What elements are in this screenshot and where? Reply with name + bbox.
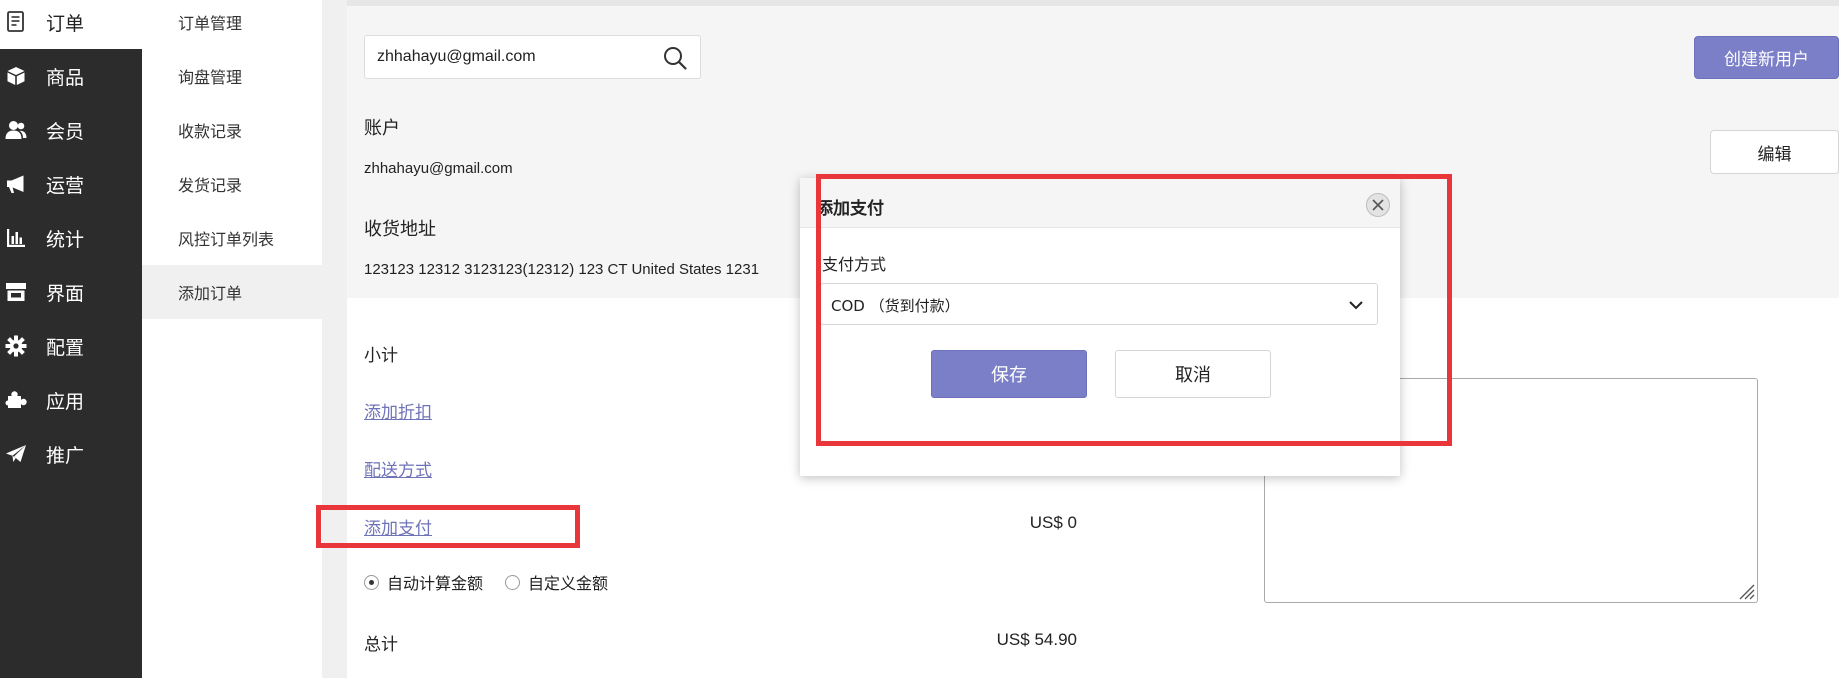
radio-auto-amount[interactable] [364, 574, 379, 590]
edit-button[interactable]: 编辑 [1710, 130, 1839, 174]
nav-item-label: 应用 [46, 390, 85, 413]
address-value: 123123 12312 3123123(12312) 123 CT Unite… [364, 261, 760, 278]
subtotal-label: 小计 [364, 346, 398, 366]
megaphone-icon [5, 173, 27, 195]
bar-chart-icon [5, 227, 27, 249]
nav-item-promotion[interactable]: 推广 [0, 427, 142, 481]
subnav-item-add-order[interactable]: 添加订单 [142, 265, 322, 319]
subnav-item-shipping-records[interactable]: 发货记录 [142, 157, 322, 211]
account-value: zhhahayu@gmail.com [364, 160, 513, 177]
highlight-box-add-payment [316, 505, 580, 548]
nav-item-label: 运营 [46, 174, 85, 197]
customer-search [364, 35, 701, 79]
subnav-item-risk-orders[interactable]: 风控订单列表 [142, 211, 322, 265]
gear-icon [5, 335, 27, 357]
resize-handle-icon[interactable] [1735, 580, 1755, 600]
account-label: 账户 [364, 118, 400, 139]
add-discount-link[interactable]: 添加折扣 [364, 398, 432, 423]
nav-item-products[interactable]: 商品 [0, 49, 142, 103]
address-label: 收货地址 [364, 219, 436, 240]
total-amount: US$ 54.90 [996, 630, 1077, 649]
subnav-item-order-management[interactable]: 订单管理 [142, 0, 322, 49]
nav-item-label: 统计 [46, 228, 85, 251]
radio-auto-label: 自动计算金额 [387, 574, 484, 593]
paper-plane-icon [5, 443, 27, 465]
nav-item-label: 会员 [46, 120, 85, 143]
total-label: 总计 [364, 635, 398, 655]
customer-search-input[interactable] [377, 44, 647, 70]
nav-item-label: 推广 [46, 444, 85, 467]
subnav-item-inquiry-management[interactable]: 询盘管理 [142, 49, 322, 103]
box-icon [5, 65, 27, 87]
nav-item-orders[interactable]: 订单 [0, 0, 142, 49]
nav-item-members[interactable]: 会员 [0, 103, 142, 157]
radio-custom-amount[interactable] [505, 574, 521, 590]
nav-item-label: 配置 [46, 336, 85, 359]
nav-item-label: 商品 [46, 66, 85, 89]
order-icon [5, 11, 27, 33]
nav-item-interface[interactable]: 界面 [0, 265, 142, 319]
main-nav: 订单 商品 会员 运营 统计 界面 配置 应用 推广 [0, 0, 142, 678]
nav-item-label: 界面 [46, 282, 85, 305]
shipping-method-link[interactable]: 配送方式 [364, 456, 432, 481]
create-user-button[interactable]: 创建新用户 [1694, 36, 1839, 79]
order-subnav: 订单管理 询盘管理 收款记录 发货记录 风控订单列表 添加订单 [142, 0, 322, 678]
content-gutter [322, 0, 347, 678]
storefront-icon [5, 281, 27, 303]
highlight-box-modal [816, 174, 1452, 446]
nav-item-settings[interactable]: 配置 [0, 319, 142, 373]
nav-item-operations[interactable]: 运营 [0, 157, 142, 211]
payment-amount: US$ 0 [1029, 513, 1077, 532]
search-icon[interactable] [662, 45, 688, 71]
subnav-item-payment-records[interactable]: 收款记录 [142, 103, 322, 157]
radio-custom-label: 自定义金额 [528, 574, 609, 593]
user-icon [5, 119, 27, 141]
amount-mode-radios: 自动计算金额 自定义金额 [364, 570, 608, 594]
nav-item-apps[interactable]: 应用 [0, 373, 142, 427]
puzzle-icon [5, 389, 27, 411]
nav-item-statistics[interactable]: 统计 [0, 211, 142, 265]
nav-item-label: 订单 [46, 12, 85, 35]
